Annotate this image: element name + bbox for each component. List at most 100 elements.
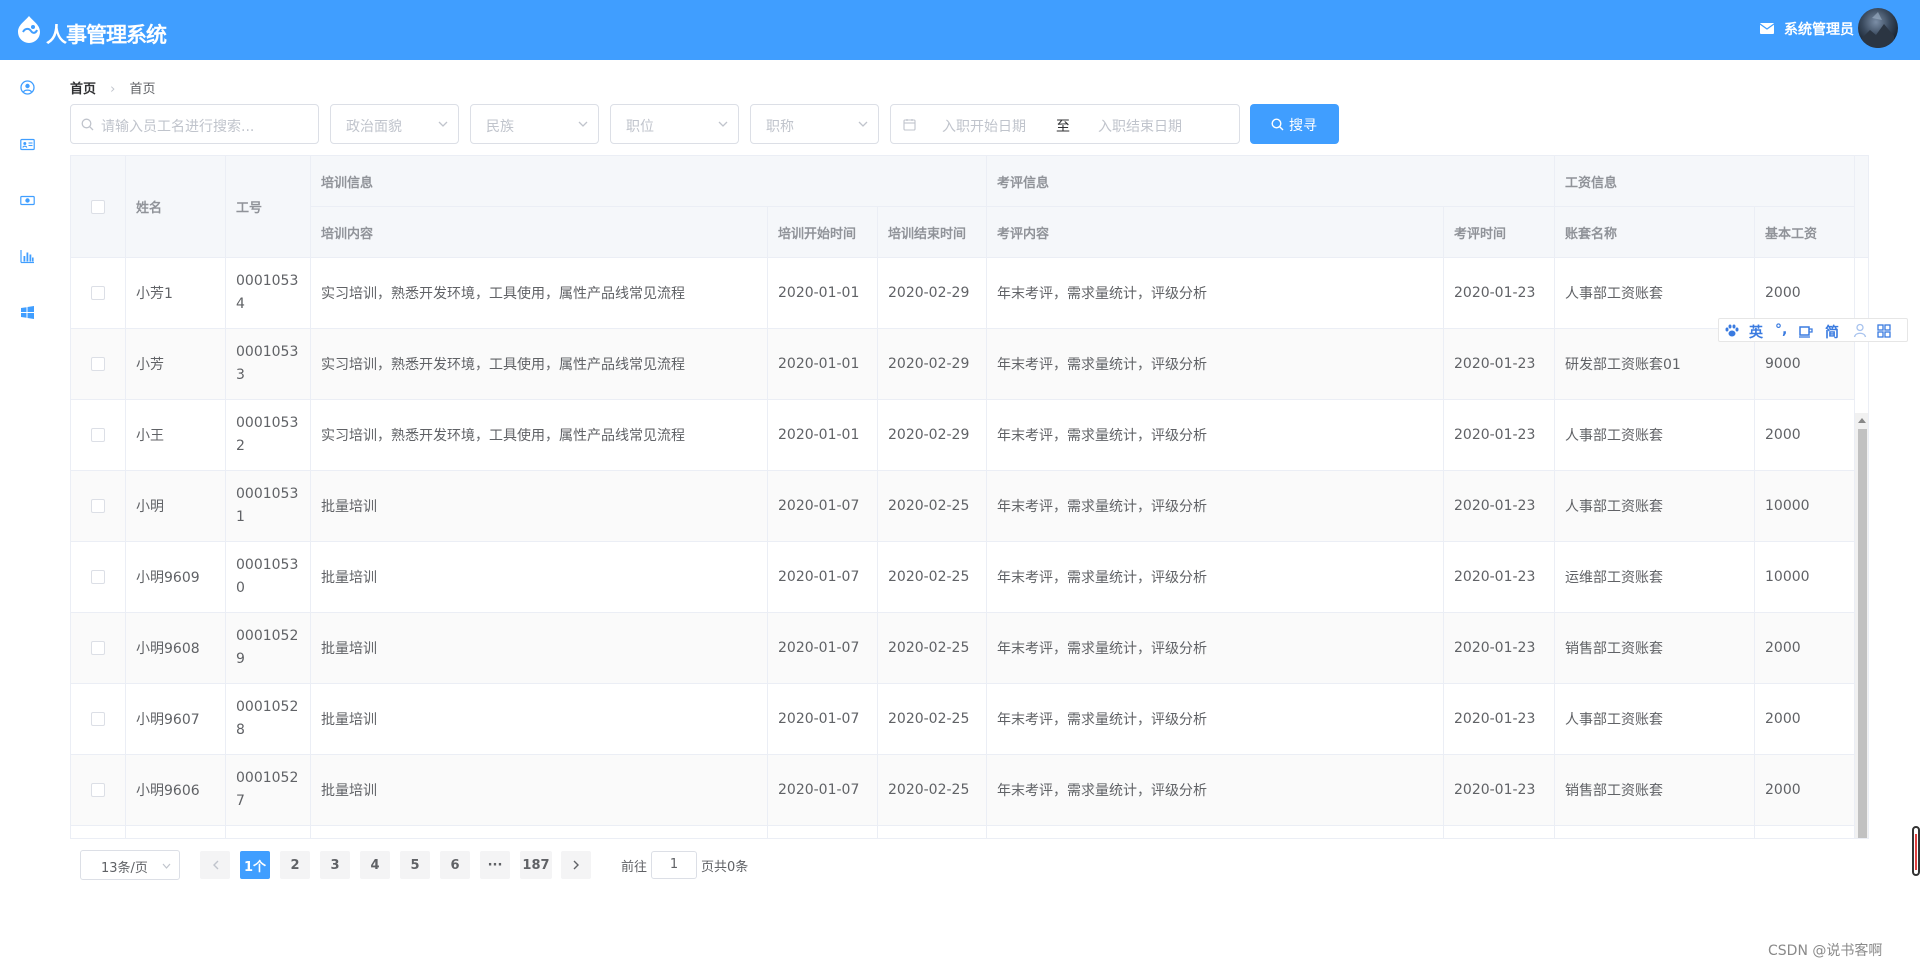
money-icon[interactable] xyxy=(20,193,35,208)
cell-appraise-date: 2020-01-23 xyxy=(1444,755,1555,826)
cell-train-start: 2020-01-07 xyxy=(768,471,878,542)
id-card-icon[interactable] xyxy=(20,137,35,152)
position-select[interactable]: 职位 xyxy=(610,104,739,144)
paw-icon[interactable] xyxy=(1725,324,1739,337)
cell-appraise-content xyxy=(987,826,1444,838)
ime-lang-toggle[interactable]: 英 xyxy=(1749,322,1763,342)
cell-name: 小明 xyxy=(126,471,226,542)
ime-simplified-toggle[interactable]: 简 xyxy=(1825,322,1839,342)
chevron-down-icon xyxy=(858,121,868,127)
page-button-active[interactable]: 1个 xyxy=(240,851,270,879)
cell-name: 小明9607 xyxy=(126,684,226,755)
cell-train-end: 2020-02-25 xyxy=(878,613,987,684)
cell-train-start: 2020-01-01 xyxy=(768,258,878,329)
cell-train-end: 2020-02-29 xyxy=(878,329,987,400)
breadcrumb-home[interactable]: 首页 xyxy=(70,82,96,97)
cell-basic-salary: 10000 xyxy=(1755,471,1855,542)
search-button-label: 搜寻 xyxy=(1289,118,1317,134)
row-checkbox[interactable] xyxy=(91,286,105,300)
page-button[interactable]: 2 xyxy=(280,851,310,879)
row-checkbox[interactable] xyxy=(91,570,105,584)
cell-appraise-content: 年末考评，需求量统计，评级分析 xyxy=(987,471,1444,542)
avatar[interactable] xyxy=(1858,8,1898,48)
logo-icon xyxy=(18,16,40,43)
search-input[interactable]: 请输入员工名进行搜索... xyxy=(70,104,319,144)
page-button[interactable]: 187 xyxy=(520,851,552,879)
row-checkbox[interactable] xyxy=(91,357,105,371)
mail-icon[interactable] xyxy=(1760,23,1774,34)
scrollbar-thumb[interactable] xyxy=(1858,429,1867,838)
ime-punct-toggle[interactable]: °, xyxy=(1775,322,1787,338)
watermark: CSDN @说书客啊 xyxy=(1768,943,1883,959)
cell-work-id: 00010529 xyxy=(226,613,311,684)
row-checkbox[interactable] xyxy=(91,641,105,655)
position-placeholder: 职位 xyxy=(626,119,654,135)
politic-select[interactable]: 政治面貌 xyxy=(330,104,459,144)
cell-train-end xyxy=(878,826,987,838)
cell-train-content: 批量培训 xyxy=(311,613,768,684)
cell-appraise-content: 年末考评，需求量统计，评级分析 xyxy=(987,542,1444,613)
prev-page-button[interactable] xyxy=(200,851,230,879)
page-button[interactable]: 6 xyxy=(440,851,470,879)
bar-chart-icon[interactable] xyxy=(20,249,35,264)
header-select-all[interactable] xyxy=(71,156,126,258)
scroll-up-icon[interactable] xyxy=(1858,417,1866,423)
header-train-content: 培训内容 xyxy=(311,207,768,258)
jobtitle-select[interactable]: 职称 xyxy=(750,104,879,144)
select-all-checkbox[interactable] xyxy=(91,199,105,214)
cell-basic-salary: 2000 xyxy=(1755,755,1855,826)
date-range-picker[interactable]: 入职开始日期 至 入职结束日期 xyxy=(890,104,1240,144)
header-group-train: 培训信息 xyxy=(311,156,987,207)
page-button[interactable]: 4 xyxy=(360,851,390,879)
window-edge-handle xyxy=(1912,826,1920,876)
user-name[interactable]: 系统管理员 xyxy=(1784,19,1854,39)
goto-label: 前往 xyxy=(621,860,648,875)
cell-work-id: 00010531 xyxy=(226,471,311,542)
cell-appraise-date: 2020-01-23 xyxy=(1444,684,1555,755)
cell-basic-salary: 2000 xyxy=(1755,684,1855,755)
page-ellipsis-button[interactable]: ··· xyxy=(480,851,510,879)
row-checkbox[interactable] xyxy=(91,428,105,442)
row-checkbox[interactable] xyxy=(91,712,105,726)
row-select-cell xyxy=(71,826,126,838)
grid-icon[interactable] xyxy=(1877,324,1891,338)
goto-page-input[interactable]: 1 xyxy=(651,851,697,879)
next-page-button[interactable] xyxy=(561,851,591,879)
page-button[interactable]: 3 xyxy=(320,851,350,879)
top-header: 人事管理系统 系统管理员 xyxy=(0,0,1920,60)
cell-train-end: 2020-02-29 xyxy=(878,400,987,471)
row-checkbox[interactable] xyxy=(91,783,105,797)
header-gutter xyxy=(1855,156,1868,258)
cell-appraise-date xyxy=(1444,826,1555,838)
search-button[interactable]: 搜寻 xyxy=(1250,104,1339,144)
cell-train-end: 2020-02-25 xyxy=(878,471,987,542)
cell-train-content: 批量培训 xyxy=(311,471,768,542)
cup-icon[interactable] xyxy=(1799,324,1813,338)
date-separator: 至 xyxy=(1056,119,1070,135)
header-group-appraise: 考评信息 xyxy=(987,156,1555,207)
cell-train-start: 2020-01-07 xyxy=(768,542,878,613)
page-size-select[interactable]: 13条/页 xyxy=(80,850,180,880)
employee-table: 姓名 工号 培训信息 考评信息 工资信息 培训内容 培训开始时间 培训结束时间 … xyxy=(70,155,1869,839)
windows-icon[interactable] xyxy=(20,305,35,320)
cell-basic-salary xyxy=(1755,826,1855,838)
cell-name: 小明9609 xyxy=(126,542,226,613)
header-work-id: 工号 xyxy=(226,156,311,258)
nation-select[interactable]: 民族 xyxy=(470,104,599,144)
header-appraise-date: 考评时间 xyxy=(1444,207,1555,258)
user-icon[interactable] xyxy=(1853,323,1867,338)
search-placeholder: 请输入员工名进行搜索... xyxy=(101,119,255,135)
table-scrollbar[interactable] xyxy=(1855,413,1868,838)
calendar-icon xyxy=(903,119,916,131)
row-checkbox[interactable] xyxy=(91,499,105,513)
nation-placeholder: 民族 xyxy=(486,119,514,135)
user-circle-icon[interactable] xyxy=(20,80,35,95)
cell-appraise-date: 2020-01-23 xyxy=(1444,542,1555,613)
page-button[interactable]: 5 xyxy=(400,851,430,879)
ime-toolbar: 英 °, 简 xyxy=(1718,318,1908,342)
cell-train-content: 批量培训 xyxy=(311,684,768,755)
row-select-cell xyxy=(71,329,126,400)
cell-salary-name: 运维部工资账套 xyxy=(1555,542,1755,613)
app-title: 人事管理系统 xyxy=(46,23,167,47)
cell-train-content: 批量培训 xyxy=(311,542,768,613)
